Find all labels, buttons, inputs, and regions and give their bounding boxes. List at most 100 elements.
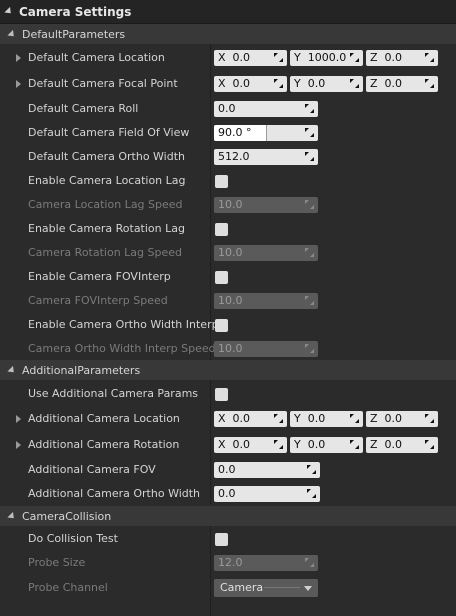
- property-label: Enable Camera Location Lag: [28, 174, 186, 187]
- category-label: CameraCollision: [22, 509, 112, 523]
- spin-grip-icon[interactable]: [425, 53, 434, 62]
- collision-test-checkbox[interactable]: [215, 533, 228, 546]
- category-label: DefaultParameters: [22, 27, 126, 41]
- spin-grip-icon[interactable]: [307, 489, 316, 498]
- location-z-field[interactable]: Z 0.0: [366, 50, 438, 66]
- property-label: Enable Camera FOVInterp: [28, 270, 171, 283]
- ortho-interp-speed-field[interactable]: 10.0: [214, 341, 318, 357]
- row-enable-rotation-lag: Enable Camera Rotation Lag: [0, 217, 456, 241]
- property-label: Default Camera Location: [28, 51, 165, 64]
- rotation-lag-speed-field[interactable]: 10.0: [214, 245, 318, 261]
- spin-grip-icon[interactable]: [305, 558, 314, 567]
- row-default-camera-focal-point: Default Camera Focal Point X 0.0 Y 0.0 Z 0.…: [0, 72, 456, 96]
- ortho-width-field[interactable]: 512.0: [214, 149, 318, 165]
- category-additional-parameters[interactable]: AdditionalParameters: [0, 360, 456, 380]
- add-location-x-field[interactable]: X 0.0: [214, 411, 287, 427]
- probe-channel-dropdown[interactable]: Camera: [214, 579, 318, 597]
- expand-arrow-icon[interactable]: [16, 54, 21, 62]
- category-toggle-icon[interactable]: [7, 511, 17, 521]
- location-y-field[interactable]: Y 1000.0: [290, 50, 363, 66]
- add-fov-field[interactable]: 0.0: [214, 462, 320, 478]
- location-lag-checkbox[interactable]: [215, 175, 228, 188]
- camera-roll-field[interactable]: 0.0: [214, 101, 318, 117]
- chevron-down-icon[interactable]: [304, 586, 312, 591]
- row-ortho-width-interp-speed: Camera Ortho Width Interp Speed 10.0: [0, 337, 456, 361]
- add-location-y-field[interactable]: Y 0.0: [290, 411, 363, 427]
- location-x-field[interactable]: X 0.0: [214, 50, 287, 66]
- row-enable-location-lag: Enable Camera Location Lag: [0, 169, 456, 193]
- details-panel: Camera Settings DefaultParameters Defaul…: [0, 0, 456, 616]
- spin-grip-icon[interactable]: [305, 248, 314, 257]
- property-label: Default Camera Roll: [28, 102, 139, 115]
- use-additional-checkbox[interactable]: [215, 388, 228, 401]
- panel-header[interactable]: Camera Settings: [0, 0, 456, 24]
- property-label: Default Camera Ortho Width: [28, 150, 186, 163]
- spin-grip-icon[interactable]: [274, 414, 283, 423]
- property-label: Additional Camera Ortho Width: [28, 487, 201, 500]
- property-label: Default Camera Focal Point: [28, 77, 178, 90]
- spin-grip-icon[interactable]: [350, 414, 359, 423]
- row-additional-camera-rotation: Additional Camera Rotation X 0.0 Y 0.0 Z 0.…: [0, 433, 456, 457]
- property-label: Camera Ortho Width Interp Speed: [28, 342, 216, 355]
- property-label: Camera Location Lag Speed: [28, 198, 183, 211]
- row-probe-channel: Probe Channel Camera: [0, 576, 456, 600]
- spin-grip-icon[interactable]: [307, 465, 316, 474]
- spin-grip-icon[interactable]: [425, 414, 434, 423]
- row-default-camera-ortho-width: Default Camera Ortho Width 512.0: [0, 145, 456, 169]
- add-rotation-x-field[interactable]: X 0.0: [214, 437, 287, 453]
- focal-x-field[interactable]: X 0.0: [214, 76, 287, 92]
- focal-y-field[interactable]: Y 0.0: [290, 76, 363, 92]
- spin-grip-icon[interactable]: [350, 53, 359, 62]
- expand-arrow-icon[interactable]: [16, 80, 21, 88]
- spin-grip-icon[interactable]: [274, 79, 283, 88]
- fov-interp-speed-field[interactable]: 10.0: [214, 293, 318, 309]
- row-enable-fov-interp: Enable Camera FOVInterp: [0, 265, 456, 289]
- spin-grip-icon[interactable]: [305, 152, 314, 161]
- location-lag-speed-field[interactable]: 10.0: [214, 197, 318, 213]
- add-rotation-z-field[interactable]: Z 0.0: [366, 437, 438, 453]
- category-toggle-icon[interactable]: [7, 29, 17, 39]
- camera-fov-slider[interactable]: 90.0 °: [214, 125, 318, 141]
- spin-grip-icon[interactable]: [305, 128, 314, 137]
- row-additional-camera-location: Additional Camera Location X 0.0 Y 0.0 Z 0.…: [0, 407, 456, 431]
- row-additional-camera-ortho-width: Additional Camera Ortho Width 0.0: [0, 482, 456, 506]
- property-label: Default Camera Field Of View: [28, 126, 190, 139]
- add-rotation-y-field[interactable]: Y 0.0: [290, 437, 363, 453]
- combo-separator: [264, 587, 300, 588]
- spin-grip-icon[interactable]: [305, 344, 314, 353]
- expand-arrow-icon[interactable]: [16, 415, 21, 423]
- focal-z-field[interactable]: Z 0.0: [366, 76, 438, 92]
- row-use-additional-params: Use Additional Camera Params: [0, 382, 456, 406]
- row-do-collision-test: Do Collision Test: [0, 527, 456, 551]
- property-label: Enable Camera Rotation Lag: [28, 222, 185, 235]
- ortho-interp-checkbox[interactable]: [215, 319, 228, 332]
- property-label: Probe Size: [28, 556, 86, 569]
- spin-grip-icon[interactable]: [274, 440, 283, 449]
- category-toggle-icon[interactable]: [7, 365, 17, 375]
- spin-grip-icon[interactable]: [350, 79, 359, 88]
- expand-arrow-icon[interactable]: [16, 441, 21, 449]
- spin-grip-icon[interactable]: [350, 440, 359, 449]
- row-rotation-lag-speed: Camera Rotation Lag Speed 10.0: [0, 241, 456, 265]
- spin-grip-icon[interactable]: [305, 200, 314, 209]
- fov-interp-checkbox[interactable]: [215, 271, 228, 284]
- property-label: Additional Camera FOV: [28, 463, 156, 476]
- collapse-icon[interactable]: [4, 6, 14, 17]
- spin-grip-icon[interactable]: [425, 440, 434, 449]
- rotation-lag-checkbox[interactable]: [215, 223, 228, 236]
- add-location-z-field[interactable]: Z 0.0: [366, 411, 438, 427]
- spin-grip-icon[interactable]: [305, 104, 314, 113]
- spin-grip-icon[interactable]: [305, 296, 314, 305]
- category-label: AdditionalParameters: [22, 363, 141, 377]
- property-label: Probe Channel: [28, 581, 108, 594]
- row-default-camera-location: Default Camera Location X 0.0 Y 1000.0 Z 0.…: [0, 46, 456, 70]
- row-additional-camera-fov: Additional Camera FOV 0.0: [0, 458, 456, 482]
- probe-size-field[interactable]: 12.0: [214, 555, 318, 571]
- category-camera-collision[interactable]: CameraCollision: [0, 506, 456, 526]
- category-default-parameters[interactable]: DefaultParameters: [0, 24, 456, 44]
- add-ortho-width-field[interactable]: 0.0: [214, 486, 320, 502]
- property-label: Enable Camera Ortho Width Interp: [28, 318, 219, 331]
- row-default-camera-roll: Default Camera Roll 0.0: [0, 97, 456, 121]
- spin-grip-icon[interactable]: [274, 53, 283, 62]
- spin-grip-icon[interactable]: [425, 79, 434, 88]
